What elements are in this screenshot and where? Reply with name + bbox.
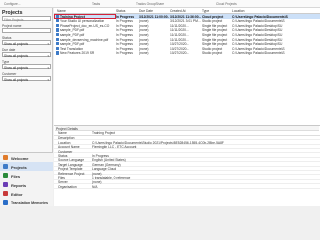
details-row: Organisation N/A xyxy=(54,184,320,189)
filter-projects-input[interactable]: Filter Projects xyxy=(2,16,51,22)
project-name-input[interactable] xyxy=(2,28,51,33)
customer-select[interactable]: Show all projects ▾ xyxy=(2,76,51,82)
ribbon-tasks[interactable]: Tasks xyxy=(92,2,100,6)
type-value: Show all projects xyxy=(4,65,29,70)
project-icon xyxy=(56,28,59,32)
nav-label: Projects xyxy=(11,164,27,170)
nav-welcome[interactable]: Welcome xyxy=(0,153,53,162)
col-name[interactable]: Name xyxy=(57,9,66,13)
nav-label: Editor xyxy=(11,191,23,197)
nav-label: Translation Memories xyxy=(11,200,48,205)
ribbon: Configure... Tasks Trados GroupShare Clo… xyxy=(0,0,320,8)
due-date-select[interactable]: Show all projects ▾ xyxy=(2,52,51,58)
projects-table: Name Status Due Date Created At Type Loc… xyxy=(54,8,320,125)
welcome-icon xyxy=(3,155,8,160)
nav-projects[interactable]: Projects xyxy=(0,162,53,171)
project-icon xyxy=(56,33,59,37)
reports-icon xyxy=(3,182,8,187)
ribbon-groupshare[interactable]: Trados GroupShare xyxy=(136,2,164,6)
col-due-date[interactable]: Due Date xyxy=(139,9,153,13)
nav-label: Welcome xyxy=(11,155,29,161)
chevron-down-icon: ▾ xyxy=(47,77,49,82)
details-header-row: Name Training Project xyxy=(54,131,320,136)
ribbon-cloud-projects[interactable]: Cloud Projects xyxy=(216,2,237,6)
nav-translation-memories[interactable]: Translation Memories xyxy=(0,198,53,207)
files-icon xyxy=(3,173,8,178)
project-icon xyxy=(56,42,59,46)
details-key: Organisation xyxy=(58,184,77,189)
project-icon xyxy=(56,46,59,51)
table-row[interactable]: New Features 2019 SR In Progress (none) 10/… xyxy=(54,51,320,56)
nav-editor[interactable]: Editor xyxy=(0,189,53,198)
chevron-down-icon: ▾ xyxy=(47,41,49,46)
nav-label: Reports xyxy=(11,182,27,188)
project-details-panel: Project Details Name Training Project De… xyxy=(54,125,320,206)
col-location[interactable]: Location xyxy=(232,9,244,13)
navigation-pane: Welcome Projects Files Reports Editor Tr… xyxy=(0,152,53,206)
editor-icon xyxy=(3,191,8,196)
project-icon xyxy=(56,51,59,55)
status-select[interactable]: Show all projects ▾ xyxy=(2,40,51,46)
table-cell: Studio project xyxy=(202,51,223,56)
type-select[interactable]: Show all projects ▾ xyxy=(2,64,51,70)
projects-icon xyxy=(3,164,8,169)
table-cell: (none) xyxy=(139,51,149,56)
due-date-value: Show all projects xyxy=(4,53,29,58)
customer-value: Show all projects xyxy=(4,77,29,82)
project-icon xyxy=(56,23,59,28)
nav-label: Files xyxy=(11,173,21,179)
details-key: Name xyxy=(58,131,67,136)
table-cell: In Progress xyxy=(116,51,133,56)
nav-files[interactable]: Files xyxy=(0,171,53,180)
col-type[interactable]: Type xyxy=(202,9,209,13)
status-value: Show all projects xyxy=(4,41,29,46)
table-cell: New Features 2019 SR xyxy=(60,51,95,56)
chevron-down-icon: ▾ xyxy=(47,53,49,58)
project-icon xyxy=(56,19,59,23)
col-status[interactable]: Status xyxy=(116,9,125,13)
translation-memories-icon xyxy=(3,200,8,205)
table-cell: 10/27/2020... xyxy=(170,51,190,56)
chevron-down-icon: ▾ xyxy=(47,65,49,70)
nav-reports[interactable]: Reports xyxy=(0,180,53,189)
ribbon-configure[interactable]: Configure... xyxy=(4,2,20,6)
table-cell: C:\Users\Ingo Palacio\Documents\S xyxy=(232,51,285,56)
details-value: N/A xyxy=(92,184,98,189)
highlight-box xyxy=(54,13,116,20)
details-value: Training Project xyxy=(92,131,115,136)
col-created-at[interactable]: Created At xyxy=(170,9,186,13)
project-icon xyxy=(56,37,59,41)
